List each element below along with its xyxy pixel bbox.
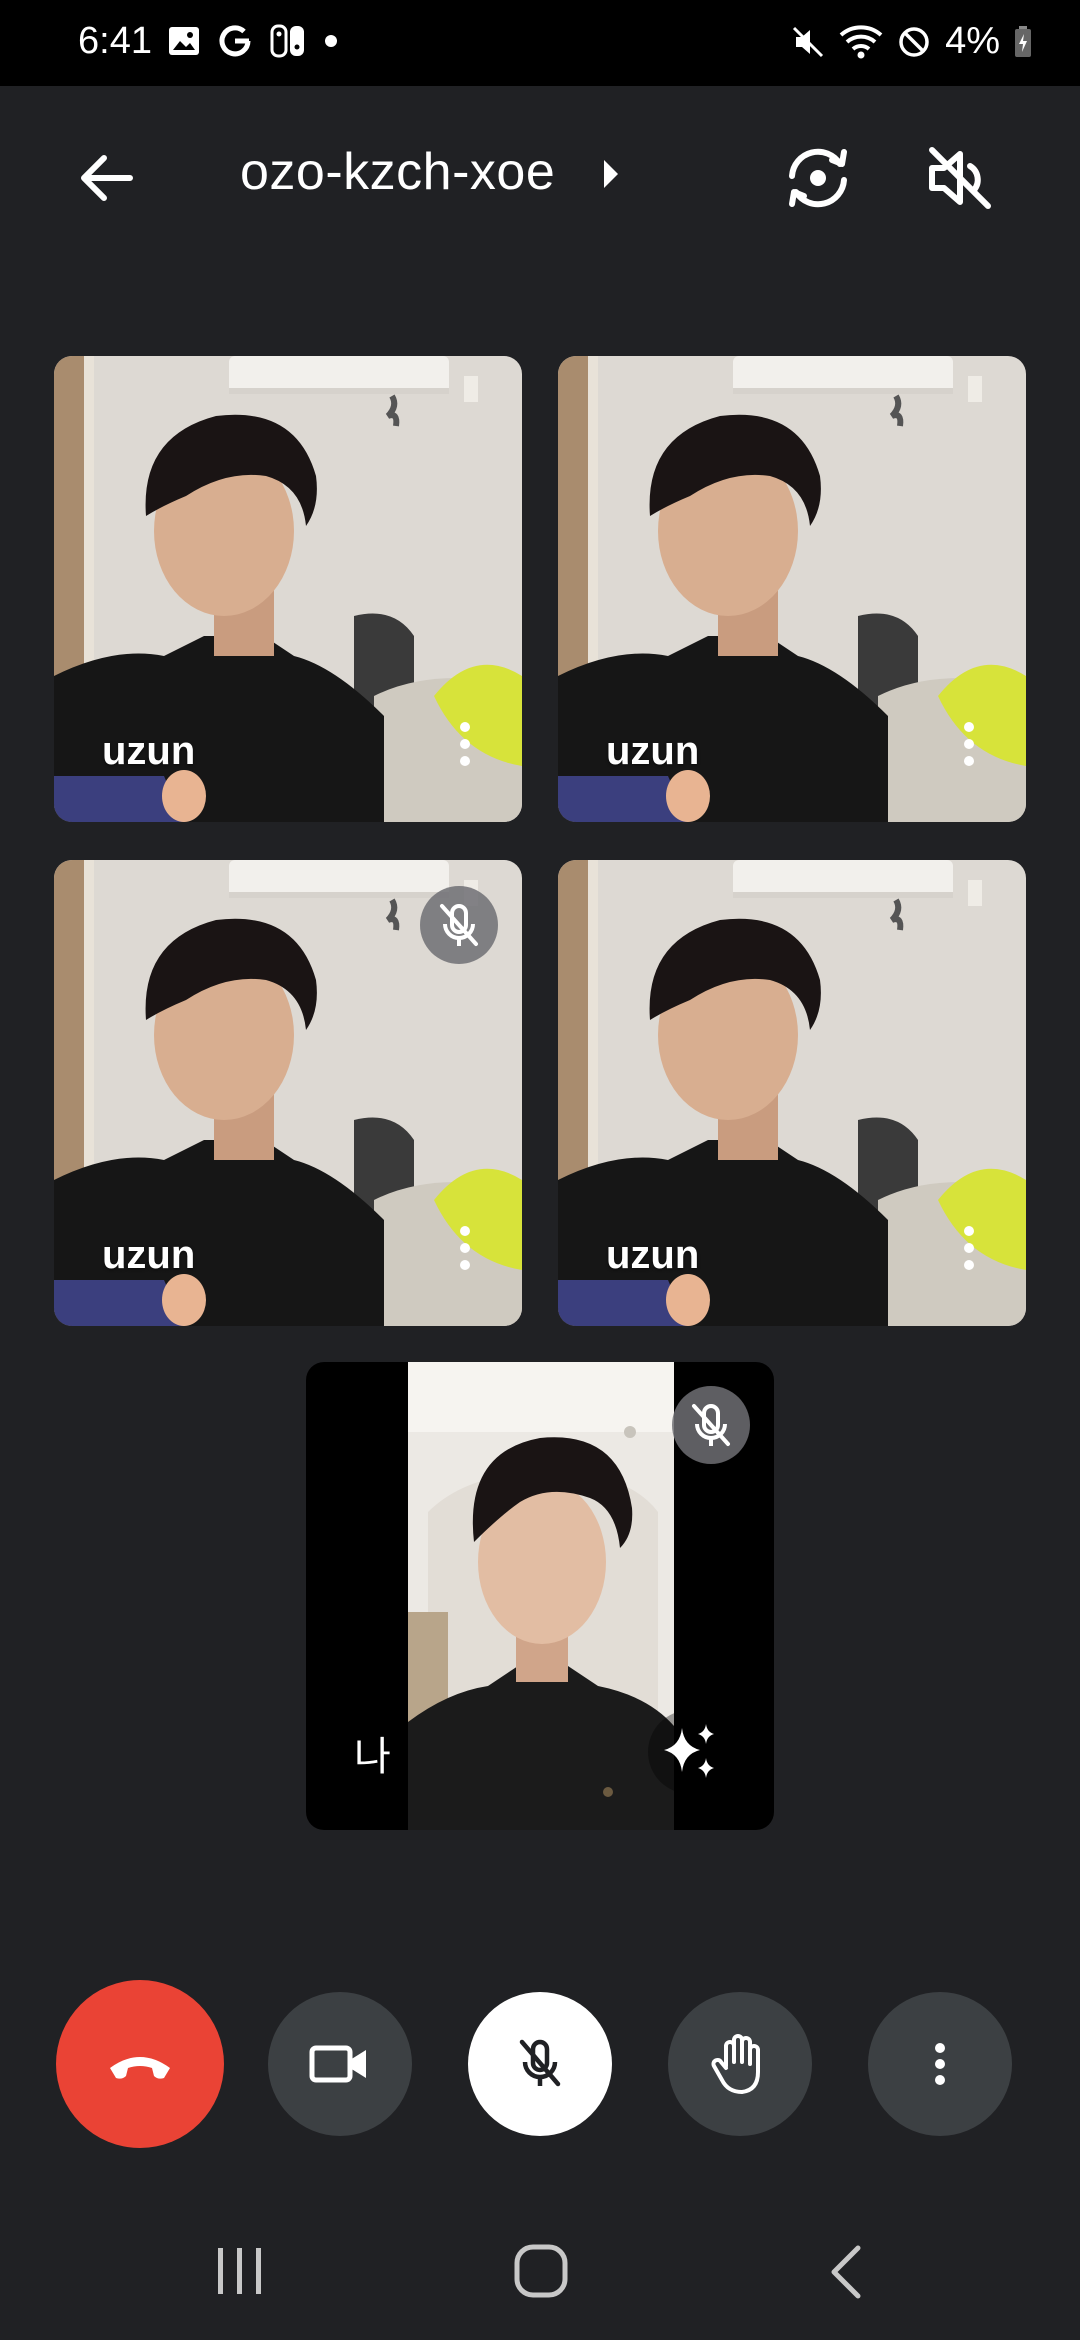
do-not-disturb-icon — [899, 26, 929, 57]
mic-off-icon — [440, 904, 478, 946]
tile-more-icon[interactable] — [458, 1226, 472, 1278]
recents-button[interactable] — [210, 2246, 270, 2296]
self-mic-muted-badge — [672, 1386, 750, 1464]
participant-tile[interactable]: uzun — [558, 356, 1026, 822]
back-arrow-icon — [81, 155, 133, 201]
tile-more-icon[interactable] — [458, 722, 472, 774]
tile-more-icon[interactable] — [962, 1226, 976, 1278]
end-call-icon — [110, 2057, 170, 2079]
battery-icon — [1015, 25, 1031, 57]
camera-icon — [309, 2045, 366, 2083]
back-icon — [831, 2245, 861, 2299]
mic-off-icon — [519, 2039, 561, 2087]
participant-tile[interactable]: uzun — [54, 860, 522, 1326]
system-icons: 4% — [791, 20, 1032, 63]
wifi-icon — [839, 24, 883, 58]
speaker-off-icon — [929, 147, 991, 209]
self-video — [408, 1362, 674, 1830]
effects-button[interactable] — [648, 1710, 732, 1794]
status-time: 6:41 — [78, 20, 152, 62]
speaker-toggle-button[interactable] — [920, 138, 1000, 218]
switch-icon — [270, 24, 304, 58]
participant-tile[interactable]: uzun — [54, 356, 522, 822]
participant-name: uzun — [606, 729, 700, 773]
battery-percent: 4% — [945, 20, 1000, 62]
tile-more-icon[interactable] — [962, 722, 976, 774]
caret-right-icon[interactable] — [604, 160, 618, 188]
microphone-toggle-button[interactable] — [468, 1992, 612, 2136]
self-view-tile[interactable]: 나 — [306, 1362, 774, 1830]
back-nav-button[interactable] — [826, 2244, 866, 2300]
meeting-code[interactable]: ozo-kzch-xoe — [240, 142, 555, 202]
call-header: ozo-kzch-xoe — [0, 86, 1080, 256]
back-button[interactable] — [66, 138, 146, 218]
mute-icon — [793, 26, 824, 57]
dot-icon — [325, 35, 337, 47]
camera-toggle-button[interactable] — [268, 1992, 412, 2136]
participant-tile[interactable]: uzun — [558, 860, 1026, 1326]
recents-icon — [218, 2248, 261, 2294]
system-navigation-bar — [0, 2200, 1080, 2340]
status-bar: 6:41 4% — [0, 0, 1080, 86]
sparkles-icon — [664, 1724, 714, 1778]
more-vert-icon — [935, 2043, 945, 2085]
participant-name: uzun — [606, 1233, 700, 1277]
raise-hand-icon — [711, 2034, 760, 2094]
self-label: 나 — [354, 1735, 391, 1779]
home-button[interactable] — [514, 2244, 568, 2298]
call-controls — [0, 1980, 1080, 2150]
home-icon — [514, 2244, 568, 2298]
participant-name: uzun — [102, 1233, 196, 1277]
more-options-button[interactable] — [868, 1992, 1012, 2136]
raise-hand-button[interactable] — [668, 1992, 812, 2136]
mic-muted-badge — [420, 886, 498, 964]
participant-name: uzun — [102, 729, 196, 773]
gallery-icon — [169, 27, 199, 55]
notification-icons — [168, 24, 338, 58]
switch-camera-button[interactable] — [778, 138, 858, 218]
mic-off-icon — [692, 1404, 730, 1446]
google-icon — [219, 25, 251, 57]
end-call-button[interactable] — [56, 1980, 224, 2148]
switch-camera-icon — [789, 148, 847, 208]
